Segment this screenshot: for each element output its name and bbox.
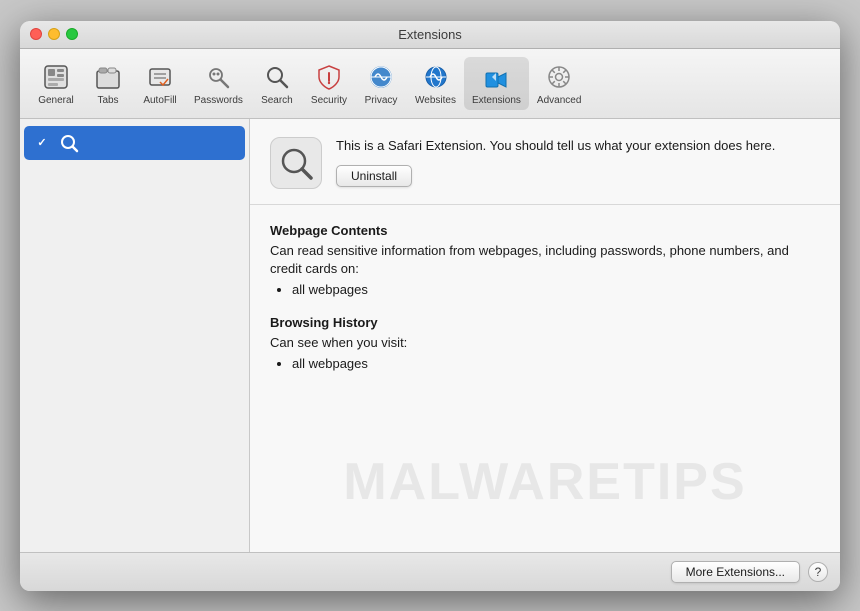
tabs-label: Tabs	[97, 95, 118, 106]
toolbar: General Tabs Auto	[20, 49, 840, 119]
maximize-button[interactable]	[66, 28, 78, 40]
extension-description: This is a Safari Extension. You should t…	[336, 137, 820, 155]
minimize-button[interactable]	[48, 28, 60, 40]
help-button[interactable]: ?	[808, 562, 828, 582]
titlebar: Extensions	[20, 21, 840, 49]
extension-big-icon	[270, 137, 322, 189]
browsing-history-title: Browsing History	[270, 315, 820, 330]
passwords-label: Passwords	[194, 95, 243, 106]
bottom-bar: More Extensions... ?	[20, 552, 840, 591]
main-panel: MALWARETIPS This is a Safari Extension. …	[250, 119, 840, 552]
extension-permissions: Webpage Contents Can read sensitive info…	[250, 205, 840, 552]
close-button[interactable]	[30, 28, 42, 40]
webpage-contents-list: all webpages	[270, 282, 820, 297]
more-extensions-button[interactable]: More Extensions...	[671, 561, 800, 583]
advanced-label: Advanced	[537, 95, 581, 106]
content-area: MALWARETIPS This is a Safari Extension. …	[20, 119, 840, 552]
toolbar-item-websites[interactable]: Websites	[407, 57, 464, 110]
toolbar-item-advanced[interactable]: Advanced	[529, 57, 589, 110]
privacy-icon	[365, 61, 397, 93]
search-toolbar-icon	[261, 61, 293, 93]
tabs-icon	[92, 61, 124, 93]
extension-info: This is a Safari Extension. You should t…	[336, 137, 820, 187]
window-controls	[30, 28, 78, 40]
sidebar-item-search-ext[interactable]	[24, 126, 245, 160]
general-label: General	[38, 95, 74, 106]
websites-label: Websites	[415, 95, 456, 106]
window-title: Extensions	[398, 27, 462, 42]
extension-checkbox[interactable]	[34, 135, 50, 151]
toolbar-item-autofill[interactable]: AutoFill	[134, 57, 186, 110]
security-label: Security	[311, 95, 347, 106]
search-label: Search	[261, 95, 293, 106]
extension-sidebar-icon	[58, 132, 80, 154]
webpage-contents-title: Webpage Contents	[270, 223, 820, 238]
extensions-icon	[480, 61, 512, 93]
websites-icon	[420, 61, 452, 93]
webpage-contents-desc: Can read sensitive information from webp…	[270, 242, 820, 278]
browsing-history-item-0: all webpages	[292, 356, 820, 371]
browsing-history-desc: Can see when you visit:	[270, 334, 820, 352]
extension-detail-header: This is a Safari Extension. You should t…	[250, 119, 840, 205]
toolbar-item-privacy[interactable]: Privacy	[355, 57, 407, 110]
privacy-label: Privacy	[365, 95, 398, 106]
safari-preferences-window: Extensions General	[20, 21, 840, 591]
autofill-icon	[144, 61, 176, 93]
extensions-label: Extensions	[472, 95, 521, 106]
webpage-contents-item-0: all webpages	[292, 282, 820, 297]
permission-webpage-contents: Webpage Contents Can read sensitive info…	[270, 223, 820, 297]
toolbar-item-extensions[interactable]: Extensions	[464, 57, 529, 110]
toolbar-item-general[interactable]: General	[30, 57, 82, 110]
advanced-icon	[543, 61, 575, 93]
toolbar-item-security[interactable]: Security	[303, 57, 355, 110]
passwords-icon	[202, 61, 234, 93]
general-icon	[40, 61, 72, 93]
browsing-history-list: all webpages	[270, 356, 820, 371]
toolbar-item-tabs[interactable]: Tabs	[82, 57, 134, 110]
uninstall-button[interactable]: Uninstall	[336, 165, 412, 187]
security-icon	[313, 61, 345, 93]
sidebar	[20, 119, 250, 552]
toolbar-item-search[interactable]: Search	[251, 57, 303, 110]
permission-browsing-history: Browsing History Can see when you visit:…	[270, 315, 820, 371]
toolbar-item-passwords[interactable]: Passwords	[186, 57, 251, 110]
autofill-label: AutoFill	[143, 95, 176, 106]
